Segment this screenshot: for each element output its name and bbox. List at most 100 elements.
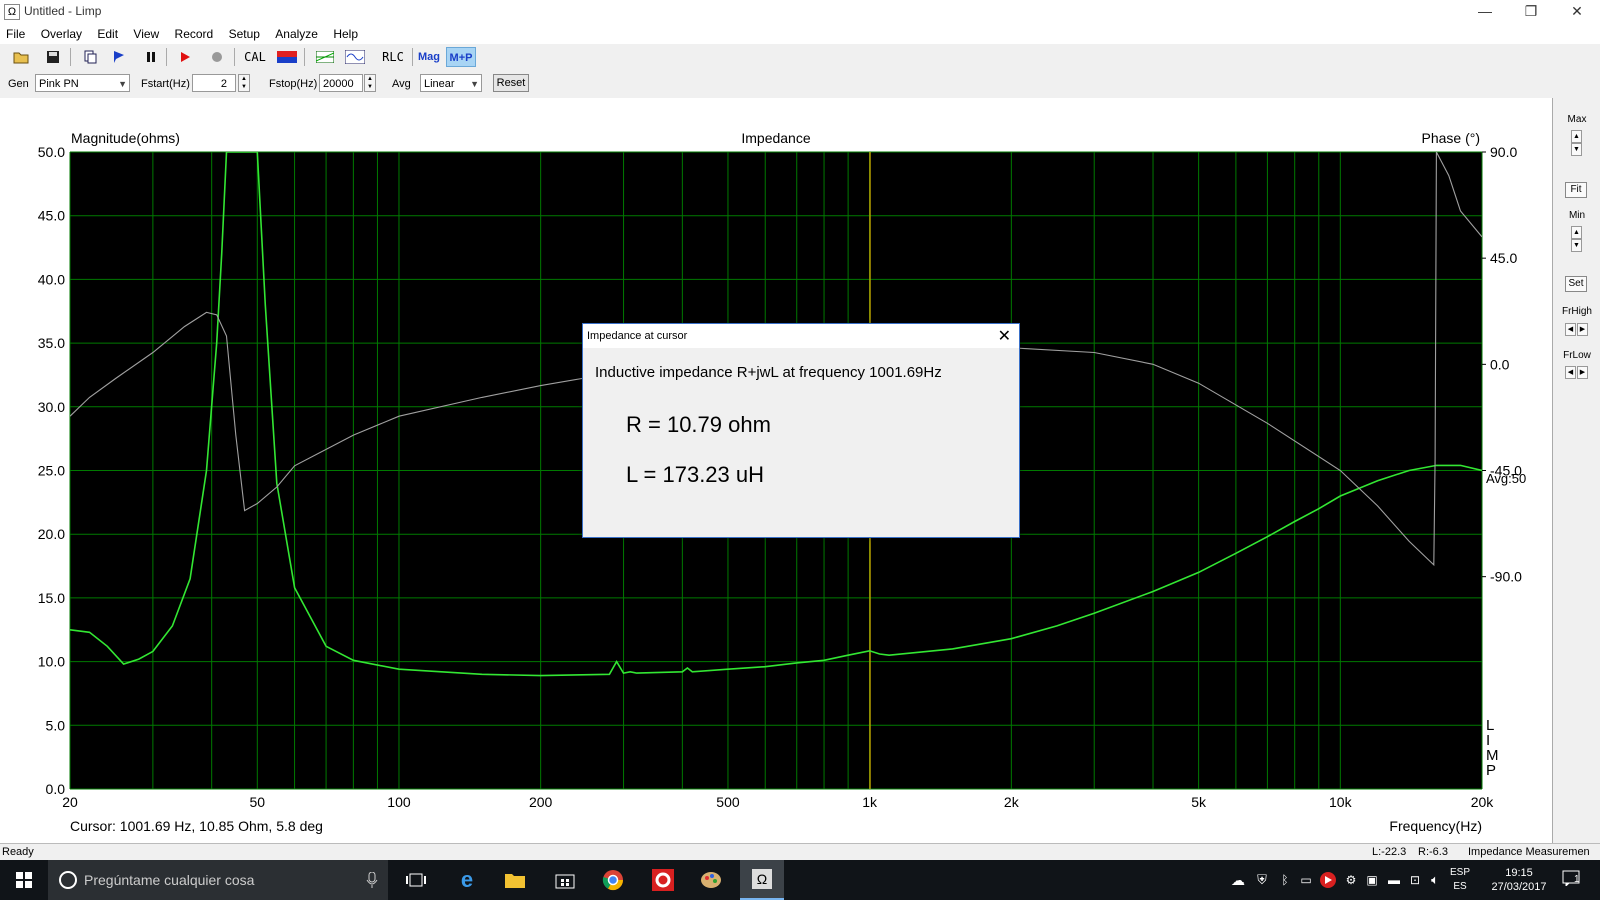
display-icon[interactable]: ▣ [1362, 868, 1382, 892]
fit-button[interactable]: Fit [1565, 182, 1587, 198]
play-icon[interactable] [174, 47, 196, 67]
media-icon[interactable] [1318, 868, 1338, 892]
windows-start-icon[interactable] [12, 868, 36, 892]
y-tick-label: 45.0 [38, 208, 65, 224]
color-icon[interactable] [276, 47, 298, 67]
right-panel: Max ▲ ▼ Fit Min ▲ ▼ Set FrHigh ◀ ▶ FrLow… [1552, 98, 1600, 843]
battery-icon[interactable]: ▬ [1384, 868, 1404, 892]
close-icon[interactable]: ✕ [998, 326, 1011, 346]
min-down-arrow[interactable]: ▼ [1571, 239, 1582, 252]
waveform-icon[interactable] [344, 47, 366, 67]
x-tick-label: 200 [529, 794, 553, 810]
menu-setup[interactable]: Setup [223, 24, 266, 41]
omega-icon[interactable]: Ω [4, 4, 20, 20]
fstart-label: Fstart(Hz) [141, 78, 190, 90]
search-placeholder: Pregúntame cualquier cosa [84, 872, 255, 888]
frlow-label: FrLow [1563, 350, 1591, 361]
language-indicator[interactable]: ESP ES [1446, 866, 1474, 894]
open-folder-icon[interactable] [10, 47, 32, 67]
menu-record[interactable]: Record [169, 24, 220, 41]
generator-bar: Gen Pink PN ▼ Fstart(Hz) 2 ▲ ▼ Fstop(Hz) 2… [0, 70, 1600, 99]
menu-bar: File Overlay Edit View Record Setup Anal… [0, 24, 1600, 45]
y2-axis-label: Phase (°) [1421, 130, 1480, 146]
avg-select[interactable]: Linear ▼ [420, 74, 482, 92]
app-c-icon[interactable] [650, 868, 676, 892]
y2-tick-label: 45.0 [1490, 250, 1517, 266]
cal-button[interactable]: CAL [242, 47, 268, 67]
grid-icon[interactable] [314, 47, 336, 67]
fstop-spinner[interactable]: ▲ ▼ [364, 74, 376, 92]
title-bar: Ω Untitled - Limp — ❐ ✕ [0, 0, 1600, 24]
cloud-icon[interactable]: ☁ [1228, 868, 1248, 892]
edge-icon[interactable]: e [454, 868, 480, 892]
fstart-spinner[interactable]: ▲ ▼ [238, 74, 250, 92]
save-icon[interactable] [42, 47, 64, 67]
min-up-arrow[interactable]: ▲ [1571, 226, 1582, 239]
x-tick-label: 5k [1191, 794, 1207, 810]
menu-edit[interactable]: Edit [91, 24, 124, 41]
resistance-value: R = 10.79 ohm [626, 412, 771, 437]
frhigh-left-arrow[interactable]: ◀ [1565, 323, 1576, 336]
frhigh-right-arrow[interactable]: ▶ [1577, 323, 1588, 336]
y-tick-label: 10.0 [38, 654, 65, 670]
inductance-value: L = 173.23 uH [626, 462, 765, 487]
bluetooth-icon[interactable]: ᛒ [1276, 868, 1294, 892]
x-tick-label: 500 [716, 794, 740, 810]
x-tick-label: 1k [862, 794, 878, 810]
cursor-readout: Cursor: 1001.69 Hz, 10.85 Ohm, 5.8 deg [70, 818, 323, 834]
fstart-input[interactable]: 2 [192, 74, 236, 92]
notification-count: 1 [1574, 874, 1580, 885]
rlc-button[interactable]: RLC [380, 47, 406, 67]
chrome-icon[interactable] [600, 868, 626, 892]
shield-icon[interactable]: ⛨ [1252, 868, 1272, 892]
microphone-icon[interactable] [366, 872, 378, 888]
limp-taskbar-button[interactable]: Ω [740, 860, 784, 900]
cortana-icon [59, 871, 77, 889]
set-button[interactable]: Set [1565, 276, 1587, 292]
clock-time: 19:15 [1505, 867, 1533, 879]
printer-icon[interactable]: ▭ [1296, 868, 1316, 892]
store-icon[interactable] [552, 868, 578, 892]
frlow-right-arrow[interactable]: ▶ [1577, 366, 1588, 379]
record-icon[interactable] [206, 47, 228, 67]
menu-overlay[interactable]: Overlay [35, 24, 88, 41]
y2-tick-label: -90.0 [1490, 569, 1522, 585]
fstop-input[interactable]: 20000 [319, 74, 363, 92]
y2-tick-label: 0.0 [1490, 356, 1510, 372]
menu-help[interactable]: Help [327, 24, 364, 41]
copy-icon[interactable] [80, 47, 102, 67]
network-icon[interactable]: ⊡ [1406, 868, 1424, 892]
minimize-button[interactable]: — [1462, 0, 1508, 24]
task-view-icon[interactable] [404, 868, 428, 892]
search-box[interactable]: Pregúntame cualquier cosa [48, 860, 388, 900]
status-l-value: L:-22.3 [1372, 846, 1407, 858]
gen-select[interactable]: Pink PN ▼ [35, 74, 130, 92]
reset-button[interactable]: Reset [493, 74, 529, 92]
status-bar: Ready L:-22.3 R:-6.3 Impedance Measureme… [0, 843, 1600, 861]
notifications-icon[interactable]: 1 [1562, 870, 1586, 890]
menu-view[interactable]: View [127, 24, 165, 41]
pause-icon[interactable] [140, 47, 162, 67]
menu-file[interactable]: File [0, 24, 31, 41]
usb-icon[interactable]: ⚙ [1342, 868, 1360, 892]
restore-button[interactable]: ❐ [1508, 0, 1554, 24]
mp-button[interactable]: M+P [446, 47, 476, 67]
mag-button[interactable]: Mag [416, 47, 442, 67]
file-explorer-icon[interactable] [502, 868, 528, 892]
max-down-arrow[interactable]: ▼ [1571, 143, 1582, 156]
close-window-button[interactable]: ✕ [1554, 0, 1600, 24]
menu-analyze[interactable]: Analyze [269, 24, 324, 41]
max-up-arrow[interactable]: ▲ [1571, 130, 1582, 143]
x-tick-labels: 20 50 100 200 500 1k 2k 5k 10k 20k [62, 794, 1494, 810]
flag-icon[interactable] [108, 47, 130, 67]
y-tick-label: 30.0 [38, 399, 65, 415]
clock[interactable]: 19:15 27/03/2017 [1488, 866, 1550, 894]
fstop-label: Fstop(Hz) [269, 78, 318, 90]
volume-icon[interactable]: 🔈︎ [1426, 868, 1444, 892]
min-label: Min [1568, 210, 1586, 221]
x-tick-label: 100 [387, 794, 411, 810]
frlow-left-arrow[interactable]: ◀ [1565, 366, 1576, 379]
paint-icon[interactable] [698, 868, 724, 892]
y-axis-label: Magnitude(ohms) [71, 130, 180, 146]
limp-logo-letter: P [1486, 762, 1496, 779]
